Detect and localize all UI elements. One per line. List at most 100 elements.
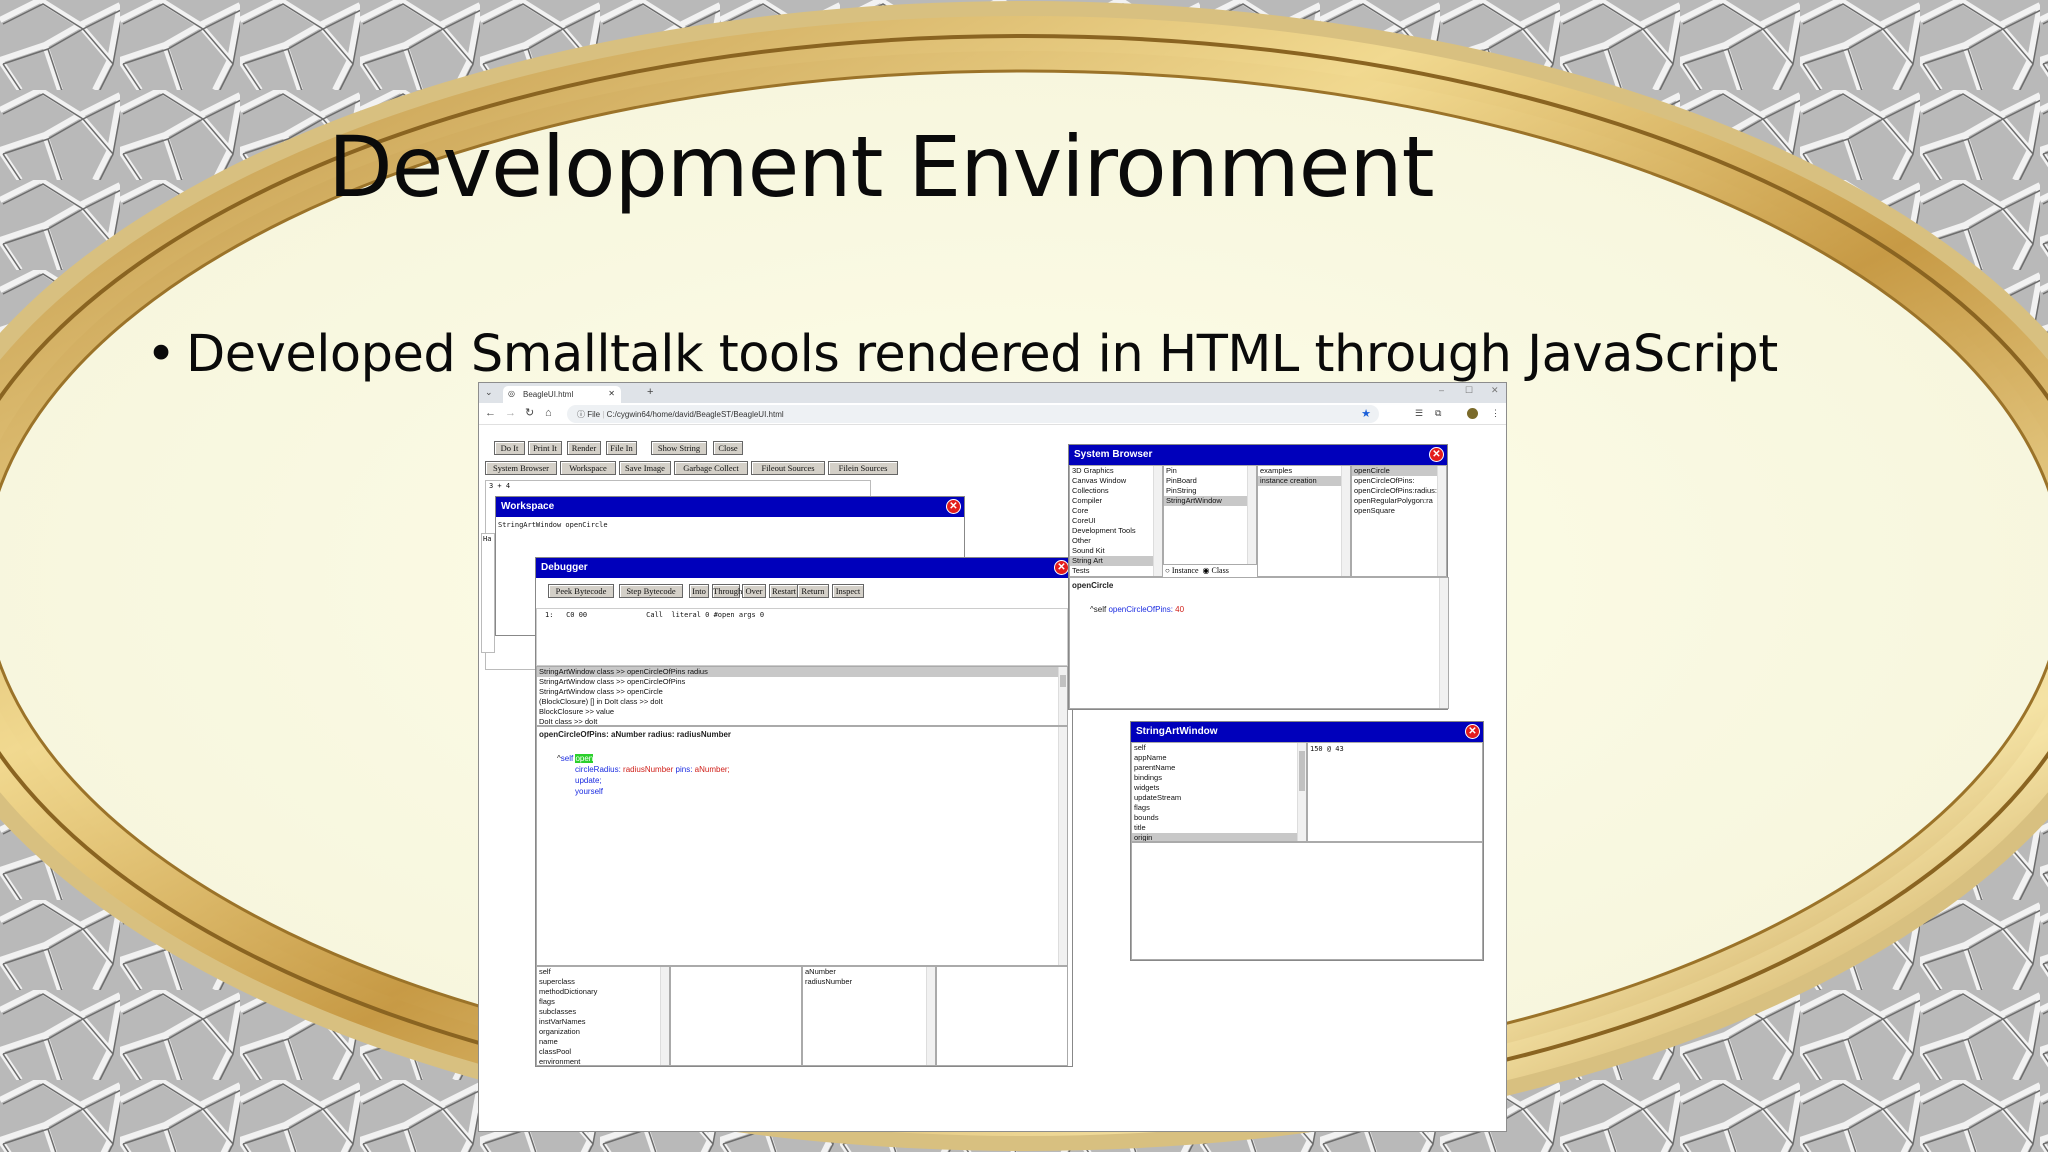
receiver-value-pane[interactable] [670, 966, 802, 1066]
method-list[interactable]: openCircle openCircleOfPins: openCircleOfP… [1351, 465, 1447, 577]
stack-list[interactable]: StringArtWindow class >> openCircleOfPin… [536, 666, 1068, 726]
method-item[interactable]: openRegularPolygon:ra [1352, 496, 1446, 506]
class-list[interactable]: Pin PinBoard PinString StringArtWindow [1163, 465, 1257, 565]
method-item[interactable]: openCircleOfPins:radius: [1352, 486, 1446, 496]
extensions-icon[interactable]: ⧉ [1435, 406, 1441, 420]
browser-source-pane[interactable]: openCircle ^self openCircleOfPins: 40 [1069, 577, 1449, 709]
debugger-through-button[interactable]: Through [712, 584, 742, 598]
stack-frame[interactable]: StringArtWindow class >> openCircleOfPin… [537, 667, 1067, 677]
debugger-restart-button[interactable]: Restart [769, 584, 799, 598]
workspace-text[interactable]: StringArtWindow openCircle [498, 521, 608, 529]
browser-tab[interactable]: ◎ BeagleUI.html ✕ [503, 386, 621, 403]
category-item[interactable]: Collections [1070, 486, 1162, 496]
avatar[interactable] [1467, 408, 1478, 419]
reading-list-icon[interactable]: ☰ [1415, 406, 1423, 420]
category-item[interactable]: Compiler [1070, 496, 1162, 506]
system-browser-button[interactable]: System Browser [485, 461, 557, 475]
save-image-button[interactable]: Save Image [619, 461, 671, 475]
print-it-button[interactable]: Print It [528, 441, 562, 455]
class-item[interactable]: Pin [1164, 466, 1256, 476]
protocol-item[interactable]: instance creation [1258, 476, 1350, 486]
inspector-field[interactable]: self [1132, 743, 1306, 753]
minimize-icon[interactable]: – [1439, 385, 1444, 395]
list-item[interactable]: subclasses [537, 1007, 669, 1017]
bytecode-pane[interactable]: 1: C0 00 Call literal 0 #open args 0 [536, 608, 1068, 666]
class-item[interactable]: PinString [1164, 486, 1256, 496]
category-item[interactable]: Core [1070, 506, 1162, 516]
debugger-over-button[interactable]: Over [742, 584, 766, 598]
protocol-list[interactable]: examples instance creation [1257, 465, 1351, 577]
class-item[interactable]: PinBoard [1164, 476, 1256, 486]
category-item[interactable]: Sound Kit [1070, 546, 1162, 556]
scrollbar[interactable] [1058, 727, 1067, 965]
temp-vars-list[interactable]: aNumber radiusNumber [802, 966, 936, 1066]
inspector-field[interactable]: origin [1132, 833, 1306, 841]
debugger-peek-bytecode-button[interactable]: Peek Bytecode [548, 584, 614, 598]
scrollbar[interactable] [1058, 667, 1067, 725]
inspector-field[interactable]: bounds [1132, 813, 1306, 823]
category-item[interactable]: Development Tools [1070, 526, 1162, 536]
category-item[interactable]: Canvas Window [1070, 476, 1162, 486]
close-icon[interactable]: ✕ [946, 499, 961, 514]
workspace-button[interactable]: Workspace [560, 461, 616, 475]
inspector-titlebar[interactable]: StringArtWindow ✕ [1131, 722, 1483, 742]
inspector-field[interactable]: appName [1132, 753, 1306, 763]
stack-frame[interactable]: BlockClosure >> value [537, 707, 1067, 717]
protocol-item[interactable]: examples [1258, 466, 1350, 476]
back-icon[interactable]: ← [485, 406, 496, 420]
list-item[interactable]: flags [537, 997, 669, 1007]
close-icon[interactable]: ✕ [1429, 447, 1444, 462]
close-icon[interactable]: ✕ [1054, 560, 1069, 575]
url-field[interactable]: ⓘ File | C:/cygwin64/home/david/BeagleST… [567, 405, 1379, 423]
filein-sources-button[interactable]: Filein Sources [828, 461, 898, 475]
list-item[interactable]: environment [537, 1057, 669, 1065]
forward-icon[interactable]: → [505, 406, 516, 420]
inspector-field[interactable]: parentName [1132, 763, 1306, 773]
instance-radio[interactable]: ○ [1165, 566, 1172, 575]
workspace-titlebar[interactable]: Workspace ✕ [496, 497, 964, 517]
inspector-value-pane[interactable]: 150 @ 43 [1307, 742, 1483, 842]
render-button[interactable]: Render [567, 441, 601, 455]
debugger-inspect-button[interactable]: Inspect [832, 584, 864, 598]
class-item[interactable]: StringArtWindow [1164, 496, 1256, 506]
list-item[interactable]: classPool [537, 1047, 669, 1057]
stack-frame[interactable]: StringArtWindow class >> openCircleOfPin… [537, 677, 1067, 687]
list-item[interactable]: self [537, 967, 669, 977]
category-item[interactable]: String Art [1070, 556, 1162, 566]
list-item[interactable]: name [537, 1037, 669, 1047]
close-icon[interactable]: ✕ [1465, 724, 1480, 739]
stack-frame[interactable]: (BlockClosure) [] in DoIt class >> doIt [537, 697, 1067, 707]
method-item[interactable]: openSquare [1352, 506, 1446, 516]
inspector-field[interactable]: title [1132, 823, 1306, 833]
home-icon[interactable]: ⌂ [545, 406, 552, 420]
category-list[interactable]: 3D Graphics Canvas Window Collections Compi… [1069, 465, 1163, 577]
list-item[interactable]: radiusNumber [803, 977, 935, 987]
stack-frame[interactable]: StringArtWindow class >> openCircle [537, 687, 1067, 697]
temp-value-pane[interactable] [936, 966, 1068, 1066]
category-item[interactable]: Tests [1070, 566, 1162, 576]
close-tab-icon[interactable]: ✕ [608, 389, 615, 398]
receiver-vars-list[interactable]: self superclass methodDictionary flags subcl… [536, 966, 670, 1066]
debugger-step-bytecode-button[interactable]: Step Bytecode [619, 584, 683, 598]
method-item[interactable]: openCircleOfPins: [1352, 476, 1446, 486]
category-item[interactable]: 3D Graphics [1070, 466, 1162, 476]
show-string-button[interactable]: Show String [651, 441, 707, 455]
category-item[interactable]: CoreUI [1070, 516, 1162, 526]
maximize-icon[interactable]: ☐ [1465, 385, 1473, 396]
fileout-sources-button[interactable]: Fileout Sources [751, 461, 825, 475]
tab-menu-icon[interactable]: ⌄ [485, 385, 493, 399]
more-menu-icon[interactable]: ⋮ [1491, 406, 1500, 420]
close-button[interactable]: Close [713, 441, 743, 455]
bookmark-star-icon[interactable]: ★ [1361, 407, 1371, 420]
system-browser-titlebar[interactable]: System Browser ✕ [1069, 445, 1447, 465]
list-item[interactable]: methodDictionary [537, 987, 669, 997]
list-item[interactable]: instVarNames [537, 1017, 669, 1027]
file-in-button[interactable]: File In [606, 441, 637, 455]
class-radio[interactable]: ◉ [1201, 566, 1212, 575]
list-item[interactable]: aNumber [803, 967, 935, 977]
garbage-collect-button[interactable]: Garbage Collect [674, 461, 748, 475]
inspector-field[interactable]: flags [1132, 803, 1306, 813]
inspector-field[interactable]: widgets [1132, 783, 1306, 793]
inspector-field[interactable]: updateStream [1132, 793, 1306, 803]
inspector-eval-pane[interactable] [1131, 842, 1483, 960]
